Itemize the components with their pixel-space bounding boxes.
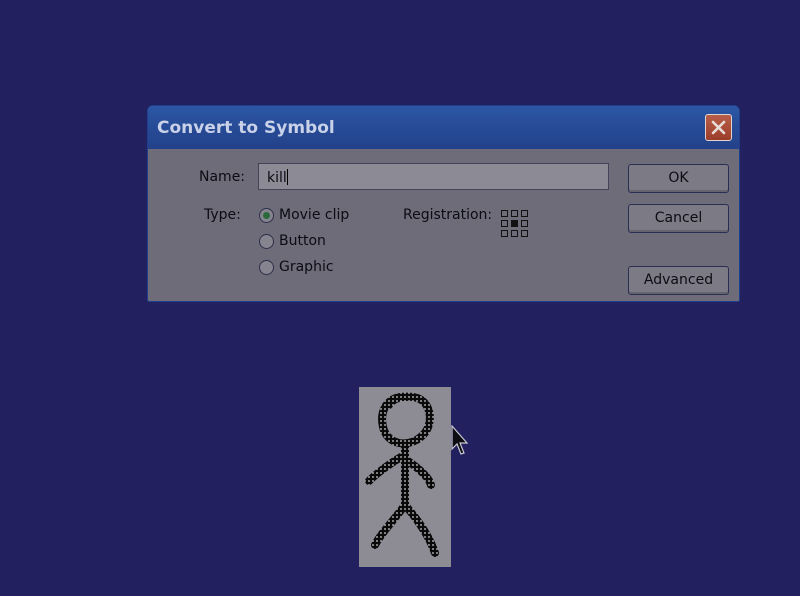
arrow-cursor-icon — [451, 424, 469, 461]
radio-button[interactable] — [259, 234, 274, 249]
reg-top-right[interactable] — [521, 210, 528, 217]
name-label: Name: — [199, 169, 246, 185]
convert-to-symbol-dialog: Convert to Symbol Name: kill Type: Movie… — [147, 105, 740, 302]
stick-figure-selection[interactable] — [359, 387, 451, 567]
radio-graphic-label[interactable]: Graphic — [279, 259, 334, 275]
dialog-body: Name: kill Type: Movie clip Button Graph… — [151, 149, 736, 298]
advanced-button[interactable]: Advanced — [628, 266, 729, 295]
reg-middle-right[interactable] — [521, 220, 528, 227]
registration-grid[interactable] — [501, 210, 529, 238]
reg-bottom-right[interactable] — [521, 230, 528, 237]
name-input[interactable]: kill — [258, 163, 609, 190]
cancel-button[interactable]: Cancel — [628, 204, 729, 233]
close-button[interactable] — [705, 114, 732, 141]
reg-center[interactable] — [511, 220, 518, 227]
radio-graphic[interactable] — [259, 260, 274, 275]
name-input-value: kill — [267, 170, 287, 186]
stick-figure-drawing — [365, 392, 439, 557]
reg-top-left[interactable] — [501, 210, 508, 217]
registration-label: Registration: — [403, 207, 493, 223]
close-icon — [711, 120, 726, 135]
radio-selected-dot — [263, 212, 270, 219]
radio-movie-clip-label[interactable]: Movie clip — [279, 207, 349, 223]
ok-button[interactable]: OK — [628, 164, 729, 193]
reg-bottom-center[interactable] — [511, 230, 518, 237]
reg-middle-left[interactable] — [501, 220, 508, 227]
reg-top-center[interactable] — [511, 210, 518, 217]
type-label: Type: — [204, 207, 241, 223]
radio-movie-clip[interactable] — [259, 208, 274, 223]
reg-bottom-left[interactable] — [501, 230, 508, 237]
dialog-titlebar[interactable]: Convert to Symbol — [148, 106, 739, 149]
text-caret — [286, 169, 288, 185]
dialog-title: Convert to Symbol — [157, 118, 335, 138]
radio-button-label[interactable]: Button — [279, 233, 326, 249]
